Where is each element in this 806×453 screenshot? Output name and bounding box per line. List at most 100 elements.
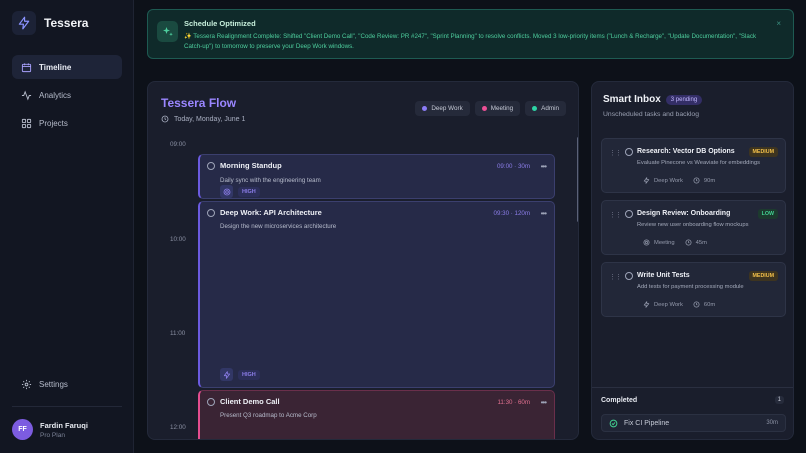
clock-icon (161, 115, 169, 123)
sparkles-icon (157, 21, 178, 42)
date-text: Today, Monday, June 1 (174, 115, 246, 123)
clock-icon (693, 301, 700, 308)
task-meta: Deep Work 90m (643, 177, 715, 184)
drag-handle-icon[interactable]: ⋮⋮ (609, 273, 622, 281)
notification-toast: Schedule Optimized ✨ Tessera Realignment… (147, 9, 794, 59)
clock-icon (685, 239, 692, 246)
legend-dot (481, 106, 487, 111)
event-time: 11:30 · 60m (497, 399, 530, 406)
task-duration: 60m (703, 301, 716, 308)
toast-message: ✨ Tessera Realignment Complete: Shifted … (184, 33, 757, 50)
task-card[interactable]: ⋮⋮ Design Review: Onboarding Review new … (601, 200, 786, 255)
task-checkbox[interactable] (625, 148, 633, 156)
task-card[interactable]: ⋮⋮ Write Unit Tests Add tests for paymen… (601, 262, 786, 317)
event-title: Client Demo Call (220, 397, 280, 406)
more-icon[interactable]: ••• (541, 162, 547, 171)
task-title: Research: Vector DB Options (637, 148, 735, 155)
hour-label: 12:00 (170, 424, 186, 431)
event-priority: HIGH (220, 368, 260, 381)
gear-icon (21, 379, 32, 390)
event-card[interactable]: Deep Work: API Architecture Design the n… (198, 201, 555, 388)
sidebar-item-projects[interactable]: Projects (12, 111, 122, 135)
settings-button[interactable]: Settings (12, 372, 122, 396)
close-icon[interactable]: × (776, 19, 781, 28)
legend-meeting[interactable]: Meeting (474, 101, 521, 116)
task-category: Deep Work (654, 301, 683, 308)
task-title: Write Unit Tests (637, 272, 690, 279)
event-description: Daily sync with the engineering team (220, 177, 321, 184)
user-profile[interactable]: FF Fardin Faruqi Pro Plan (12, 419, 88, 440)
legend-deep-work[interactable]: Deep Work (415, 101, 470, 116)
task-description: Add tests for payment processing module (637, 284, 744, 290)
task-checkbox[interactable] (625, 210, 633, 218)
drag-handle-icon[interactable]: ⋮⋮ (609, 149, 622, 157)
target-icon (220, 185, 233, 198)
completed-count: 1 (774, 396, 784, 404)
task-card[interactable]: ⋮⋮ Research: Vector DB Options Evaluate … (601, 138, 786, 193)
clock-icon (693, 177, 700, 184)
legend-label: Meeting (490, 105, 514, 112)
priority-badge: HIGH (238, 186, 260, 197)
hour-label: 09:00 (170, 141, 186, 148)
event-card[interactable]: Client Demo Call Present Q3 roadmap to A… (198, 390, 555, 439)
more-icon[interactable]: ••• (541, 398, 547, 407)
legend-admin[interactable]: Admin (525, 101, 566, 116)
event-card[interactable]: Morning Standup Daily sync with the engi… (198, 154, 555, 199)
priority-badge: LOW (757, 209, 778, 219)
event-checkbox[interactable] (207, 398, 215, 406)
sidebar-nav: Timeline Analytics Projects (12, 55, 122, 139)
task-checkbox[interactable] (625, 272, 633, 280)
timeline-date: Today, Monday, June 1 (161, 115, 245, 123)
legend-label: Deep Work (431, 105, 463, 112)
sidebar-divider (12, 406, 122, 407)
sidebar-item-label: Projects (39, 118, 68, 128)
sidebar-item-analytics[interactable]: Analytics (12, 83, 122, 107)
sidebar-item-label: Timeline (39, 62, 72, 72)
app-name: Tessera (44, 16, 89, 30)
task-category: Meeting (654, 239, 675, 246)
scrollbar[interactable] (577, 137, 578, 222)
check-circle-icon (609, 419, 618, 428)
pending-badge: 3 pending (665, 94, 703, 105)
event-title: Morning Standup (220, 161, 282, 170)
drag-handle-icon[interactable]: ⋮⋮ (609, 211, 622, 219)
event-checkbox[interactable] (207, 209, 215, 217)
lightning-icon (643, 177, 650, 184)
settings-label: Settings (39, 379, 68, 389)
legend-dot (422, 106, 428, 111)
event-title: Deep Work: API Architecture (220, 208, 322, 217)
legend-dot (532, 106, 538, 111)
priority-badge: HIGH (238, 369, 260, 380)
completed-item[interactable]: Fix CI Pipeline 30m (601, 414, 786, 432)
event-description: Present Q3 roadmap to Acme Corp (220, 412, 317, 419)
completed-divider (592, 387, 793, 388)
brand[interactable]: Tessera (12, 11, 88, 35)
lightning-icon (12, 11, 36, 35)
task-title: Design Review: Onboarding (637, 210, 731, 217)
completed-item-title: Fix CI Pipeline (624, 419, 670, 427)
legend: Deep Work Meeting Admin (415, 101, 566, 116)
toast-title: Schedule Optimized (184, 19, 256, 28)
event-checkbox[interactable] (207, 162, 215, 170)
smart-inbox-panel: Smart Inbox 3 pending Unscheduled tasks … (591, 81, 794, 440)
event-description: Design the new microservices architectur… (220, 223, 337, 230)
inbox-title: Smart Inbox (603, 94, 661, 105)
hour-label: 10:00 (170, 236, 186, 243)
more-icon[interactable]: ••• (541, 209, 547, 218)
inbox-subtitle: Unscheduled tasks and backlog (603, 111, 699, 118)
user-plan: Pro Plan (40, 431, 65, 439)
task-duration: 90m (703, 177, 716, 184)
legend-label: Admin (541, 105, 559, 112)
task-meta: Deep Work 60m (643, 301, 715, 308)
calendar-icon (21, 62, 32, 73)
completed-title: Completed (601, 397, 638, 404)
timeline-panel: Tessera Flow Today, Monday, June 1 Deep … (147, 81, 579, 440)
task-duration: 45m (695, 239, 707, 246)
event-priority: HIGH (220, 185, 260, 198)
completed-item-duration: 30m (766, 420, 778, 426)
lightning-icon (220, 368, 233, 381)
user-name: Fardin Faruqi (40, 420, 88, 430)
task-meta: Meeting 45m (643, 239, 707, 246)
lightning-icon (643, 301, 650, 308)
sidebar-item-timeline[interactable]: Timeline (12, 55, 122, 79)
